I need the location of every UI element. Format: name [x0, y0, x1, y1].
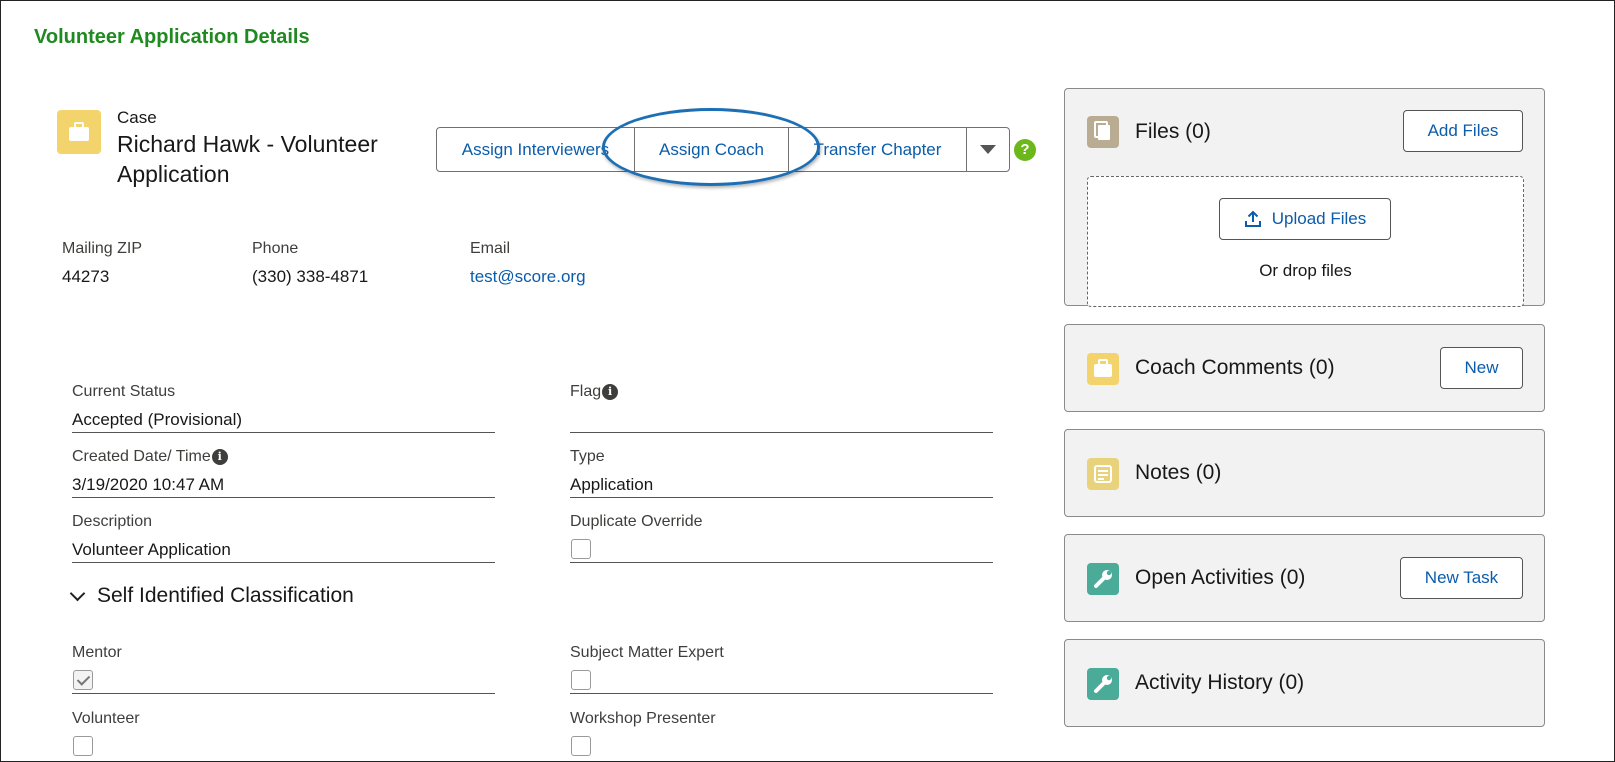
volunteer-checkbox [73, 736, 93, 756]
field-label: Current Status [72, 383, 176, 400]
files-title: Files (0) [1135, 120, 1211, 143]
coach-comments-card: Coach Comments (0) New [1064, 324, 1545, 412]
highlight-value: (330) 338-4871 [252, 267, 369, 286]
file-icon [1087, 116, 1119, 148]
field-value: Application [570, 475, 654, 494]
section-title: Self Identified Classification [97, 584, 354, 607]
files-card: Files (0) Add Files Upload Files Or drop… [1064, 88, 1545, 307]
upload-files-button[interactable]: Upload Files [1219, 198, 1391, 240]
field-description: Description Volunteer Application [72, 505, 495, 563]
field-label: Duplicate Override [570, 513, 703, 530]
field-label: Created Date/ Time [72, 448, 211, 465]
briefcase-icon [1087, 353, 1119, 385]
field-label: Subject Matter Expert [570, 644, 724, 661]
highlight-phone: Phone (330) 338-4871 [252, 240, 368, 287]
activity-history-title: Activity History (0) [1135, 671, 1305, 694]
field-label: Flag [570, 383, 602, 400]
highlight-label: Phone [252, 240, 299, 257]
open-activities-card: Open Activities (0) New Task [1064, 534, 1545, 622]
new-coach-comment-button[interactable]: New [1440, 347, 1523, 389]
upload-icon [1244, 210, 1261, 227]
field-label-wrap: Flag i [570, 383, 619, 401]
highlight-mailing-zip: Mailing ZIP 44273 [62, 240, 142, 287]
note-icon [1087, 458, 1119, 490]
briefcase-icon [57, 110, 101, 154]
page-title: Volunteer Application Details [34, 26, 310, 48]
wrench-icon [1087, 668, 1119, 700]
field-value: 3/19/2020 10:47 AM [72, 475, 225, 494]
subject-matter-expert-checkbox [571, 670, 591, 690]
section-toggle-self-identified-classification[interactable]: Self Identified Classification [68, 584, 354, 608]
highlight-label: Mailing ZIP [62, 240, 143, 257]
field-type: Type Application [570, 440, 993, 498]
field-value: Accepted (Provisional) [72, 410, 243, 429]
field-label: Workshop Presenter [570, 710, 716, 727]
email-link[interactable]: test@score.org [470, 267, 586, 287]
notes-card: Notes (0) [1064, 429, 1545, 517]
activity-history-card: Activity History (0) [1064, 639, 1545, 727]
highlight-email: Email test@score.org [470, 240, 586, 287]
field-subject-matter-expert: Subject Matter Expert [570, 636, 993, 694]
file-drop-zone[interactable]: Upload Files Or drop files [1087, 176, 1524, 307]
workshop-presenter-checkbox [571, 736, 591, 756]
duplicate-override-checkbox [571, 539, 591, 559]
field-label: Volunteer [72, 710, 140, 727]
field-value: Volunteer Application [72, 540, 231, 559]
field-label: Type [570, 448, 605, 465]
field-mentor: Mentor [72, 636, 495, 694]
highlight-value: 44273 [62, 267, 110, 286]
add-files-button[interactable]: Add Files [1403, 110, 1523, 152]
assign-coach-button[interactable]: Assign Coach [635, 128, 789, 171]
wrench-icon [1087, 563, 1119, 595]
action-button-group: Assign Interviewers Assign Coach Transfe… [436, 127, 1010, 172]
more-actions-button[interactable] [967, 128, 1009, 171]
field-volunteer: Volunteer [72, 702, 495, 760]
chevron-down-icon [980, 145, 996, 154]
field-label: Mentor [72, 644, 122, 661]
info-icon[interactable]: i [602, 384, 619, 400]
assign-interviewers-button[interactable]: Assign Interviewers [437, 128, 635, 171]
chevron-down-icon [69, 585, 86, 601]
mentor-checkbox [73, 670, 93, 690]
transfer-chapter-button[interactable]: Transfer Chapter [789, 128, 967, 171]
field-created-date: Created Date/ Time i 3/19/2020 10:47 AM [72, 440, 495, 498]
highlight-label: Email [470, 240, 511, 257]
open-activities-title: Open Activities (0) [1135, 566, 1306, 589]
info-icon[interactable]: i [211, 449, 228, 465]
record-object-label: Case [117, 108, 157, 127]
upload-files-label: Upload Files [1271, 209, 1367, 228]
drop-files-text: Or drop files [1259, 261, 1352, 280]
new-task-button[interactable]: New Task [1400, 557, 1523, 599]
record-title: Richard Hawk - Volunteer Application [117, 131, 378, 187]
coach-comments-title: Coach Comments (0) [1135, 356, 1335, 379]
help-icon[interactable]: ? [1014, 139, 1036, 161]
field-label-wrap: Created Date/ Time i [72, 448, 228, 466]
field-workshop-presenter: Workshop Presenter [570, 702, 993, 760]
field-flag: Flag i [570, 375, 993, 433]
notes-title: Notes (0) [1135, 461, 1222, 484]
field-duplicate-override: Duplicate Override [570, 505, 993, 563]
field-label: Description [72, 513, 153, 530]
field-current-status: Current Status Accepted (Provisional) [72, 375, 495, 433]
